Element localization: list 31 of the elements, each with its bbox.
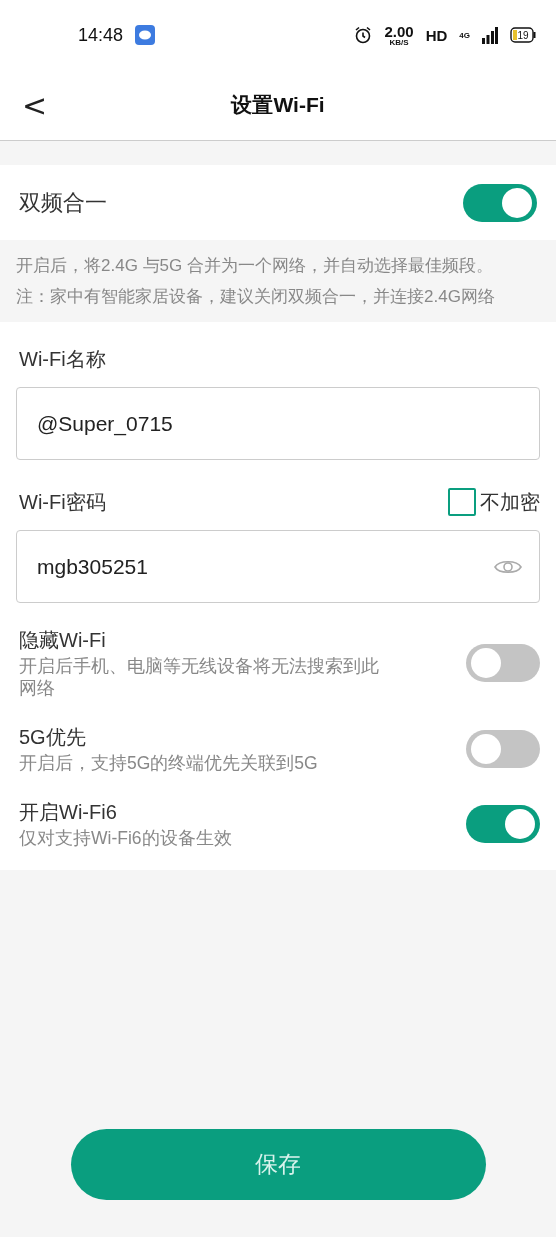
checkbox[interactable] [448, 488, 476, 516]
toggle-switch[interactable] [466, 644, 540, 683]
option-description: 开启后手机、电脑等无线设备将无法搜索到此网络 [19, 656, 380, 700]
toggle-switch[interactable] [466, 730, 540, 769]
dual-band-label: 双频合一 [19, 188, 107, 217]
note-text: 注：家中有智能家居设备，建议关闭双频合一，并连接2.4G网络 [16, 286, 496, 308]
back-button[interactable]: < [14, 88, 56, 123]
network-type: 4G [459, 30, 470, 40]
input-field[interactable]: @Super_0715 [16, 387, 540, 460]
option-description: 仅对支持Wi-Fi6的设备生效 [19, 827, 232, 850]
signal-icon [482, 26, 498, 44]
checkbox-label: 不加密 [480, 489, 540, 515]
page-title: 设置Wi-Fi [231, 92, 325, 118]
hd-indicator: HD [425, 26, 448, 44]
field-label: Wi-Fi名称 [18, 347, 107, 372]
option-title: 5G优先 [19, 724, 87, 750]
field-label: Wi-Fi密码 [18, 489, 106, 515]
option-title: 开启Wi-Fi6 [19, 799, 118, 825]
alarm-icon [354, 26, 373, 44]
option-title: 隐藏Wi-Fi [19, 628, 107, 653]
clock-time: 14:48 [78, 24, 124, 46]
toggle-switch[interactable] [463, 183, 537, 222]
toggle-switch[interactable] [466, 805, 540, 844]
password-field[interactable]: mgb305251 [16, 530, 540, 603]
network-speed: 2.00 [384, 23, 414, 39]
battery-icon: 19 [510, 27, 536, 43]
option-description: 开启后，支持5G的终端优先关联到5G [19, 752, 318, 775]
eye-icon[interactable] [494, 558, 522, 576]
speed-unit: KB/S [389, 38, 409, 47]
note-text: 开启后，将2.4G 与5G 合并为一个网络，并自动选择最佳频段。 [16, 255, 494, 277]
chat-icon [135, 25, 156, 45]
